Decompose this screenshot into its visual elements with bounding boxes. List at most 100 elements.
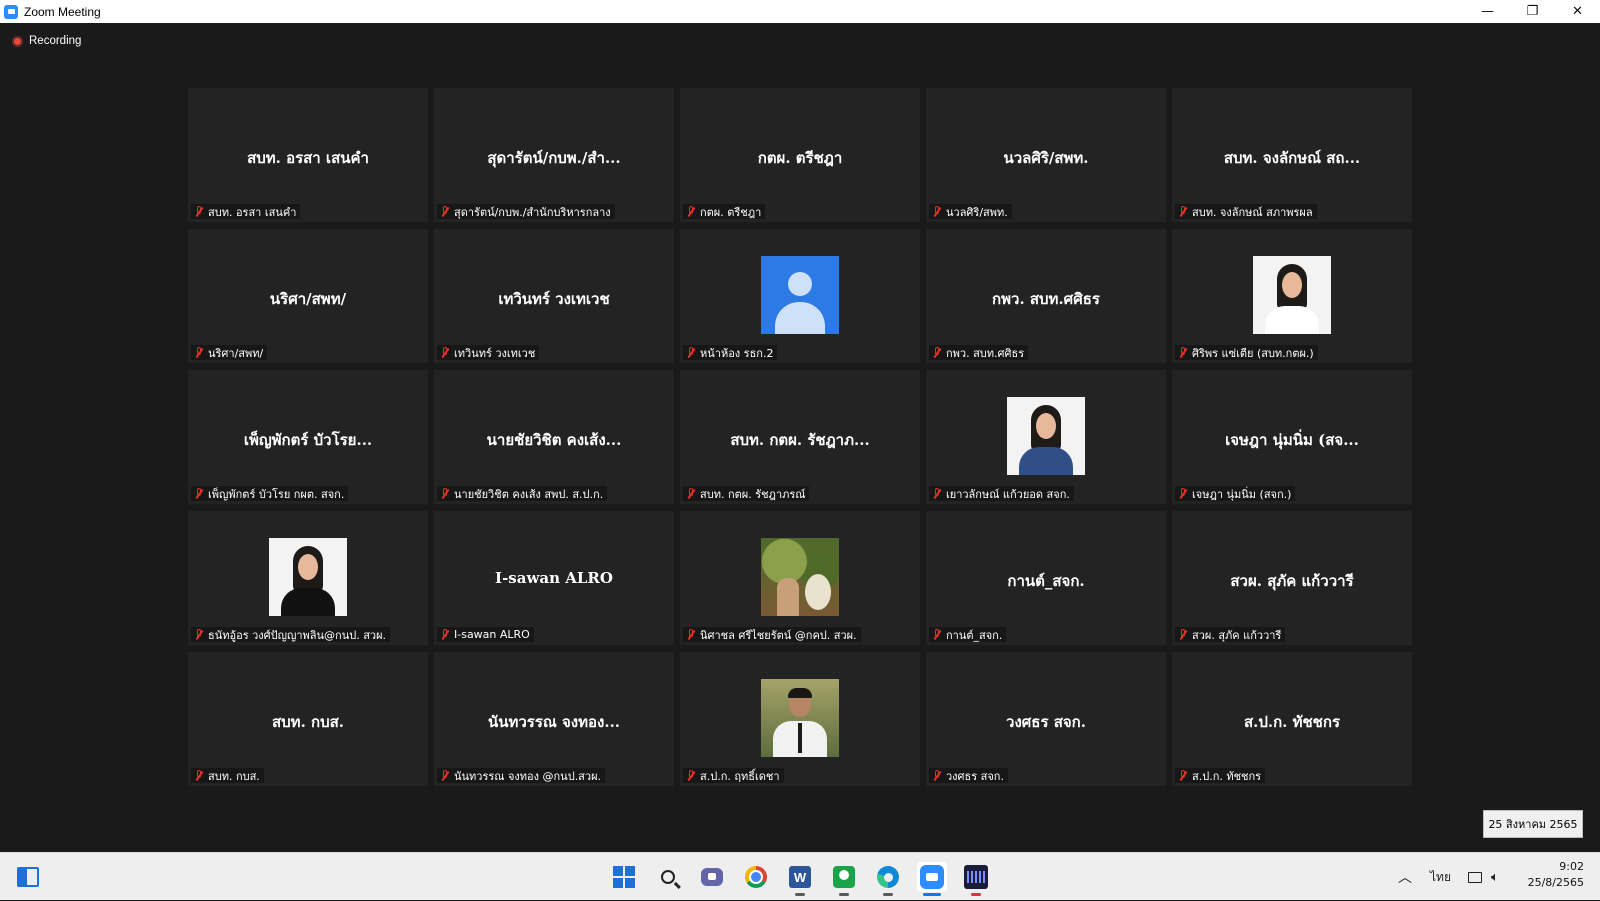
- show-hidden-icons-button[interactable]: ︿: [1398, 853, 1412, 901]
- language-indicator[interactable]: ไทย: [1430, 853, 1451, 901]
- close-button[interactable]: ✕: [1555, 0, 1600, 23]
- participant-name: สบท. กบส.: [208, 769, 260, 783]
- participant-name-label: เยาวลักษณ์ แก้วยอด สจก.: [929, 486, 1074, 501]
- minimize-button[interactable]: —: [1465, 0, 1510, 23]
- edge-icon: [877, 866, 899, 888]
- participant-display-name: กตผ. ตรีชฎา: [757, 149, 843, 167]
- participant-name: กพว. สบท.ศศิธร: [946, 346, 1025, 360]
- participant-name: ส.ป.ก. ฤทธิ์เดชา: [700, 769, 780, 783]
- participant-name: นันทวรรณ จงทอง @กนป.สวผ.: [454, 769, 602, 783]
- muted-mic-icon: [1177, 346, 1189, 359]
- window-title: Zoom Meeting: [24, 4, 101, 19]
- participant-name-label: กานต์_สจก.: [929, 627, 1007, 642]
- participant-tile[interactable]: นันทวรรณ จงทอง... นันทวรรณ จงทอง @กนป.สวผ…: [434, 652, 674, 786]
- search-button[interactable]: [653, 862, 683, 892]
- participant-tile[interactable]: เทวินทร์ วงเทเวช เทวินทร์ วงเทเวช: [434, 229, 674, 363]
- participant-name: กตผ. ตรีชฎา: [700, 205, 762, 219]
- participant-name-label: กตผ. ตรีชฎา: [683, 204, 766, 219]
- participant-name-label: วงศธร สจก.: [929, 768, 1008, 783]
- participant-display-name: สบท. จงลักษณ์ สถ...: [1223, 149, 1361, 167]
- participant-name-label: I-sawan ALRO: [437, 627, 534, 642]
- participant-name-label: ธนัทอู้อร วงศ์ปัญญาพลิน@กนป. สวผ.: [191, 627, 391, 642]
- participant-display-name: เทวินทร์ วงเทเวช: [498, 290, 610, 308]
- participant-name-label: สวผ. สุภัค แก้ววารี: [1175, 627, 1286, 642]
- participant-tile[interactable]: สบท. อรสา เสนคำ สบท. อรสา เสนคำ: [188, 88, 428, 222]
- participant-name: นายชัยวิชิต คงเส้ง สพป. ส.ป.ก.: [454, 487, 604, 501]
- participant-name-label: นายชัยวิชิต คงเส้ง สพป. ส.ป.ก.: [437, 486, 608, 501]
- participant-display-name: สบท. กตผ. รัชฎาภ...: [730, 431, 870, 449]
- widgets-button[interactable]: [13, 862, 43, 892]
- participant-display-name: กานต์_สจก.: [1007, 572, 1085, 590]
- zoom-taskbar-button[interactable]: [917, 862, 947, 896]
- edge-button[interactable]: [873, 862, 903, 896]
- participant-tile[interactable]: หน้าห้อง รธก.2: [680, 229, 920, 363]
- participant-tile[interactable]: วงศธร สจก. วงศธร สจก.: [926, 652, 1166, 786]
- media-app-button[interactable]: [961, 862, 991, 896]
- word-button[interactable]: W: [785, 862, 815, 896]
- participant-name-label: สุดารัตน์/กบพ./สำนักบริหารกลาง: [437, 204, 615, 219]
- participant-tile[interactable]: เยาวลักษณ์ แก้วยอด สจก.: [926, 370, 1166, 504]
- profile-photo: [1007, 397, 1085, 475]
- muted-mic-icon: [931, 205, 943, 218]
- participant-tile[interactable]: ส.ป.ก. ฤทธิ์เดชา: [680, 652, 920, 786]
- participant-tile[interactable]: ศิริพร แซ่เตีย (สบท.กตผ.): [1172, 229, 1412, 363]
- participant-tile[interactable]: เพ็ญพักตร์ บัวโรย... เพ็ญพักตร์ บัวโรย กผ…: [188, 370, 428, 504]
- start-button[interactable]: [609, 862, 639, 892]
- participant-tile[interactable]: กตผ. ตรีชฎา กตผ. ตรีชฎา: [680, 88, 920, 222]
- muted-mic-icon: [931, 346, 943, 359]
- muted-mic-icon: [685, 346, 697, 359]
- record-icon: [12, 35, 23, 47]
- participant-display-name: I-sawan ALRO: [495, 569, 613, 587]
- participant-tile[interactable]: นริศา/สพท/นริศา/สพท/: [188, 229, 428, 363]
- network-icon: [1468, 871, 1482, 883]
- participant-tile[interactable]: กานต์_สจก. กานต์_สจก.: [926, 511, 1166, 645]
- participant-tile[interactable]: สบท. จงลักษณ์ สถ... สบท. จงลักษณ์ สภาพรผล: [1172, 88, 1412, 222]
- participant-name-label: เพ็ญพักตร์ บัวโรย กผต. สจก.: [191, 486, 349, 501]
- maximize-button[interactable]: ❐: [1510, 0, 1555, 23]
- chat-button[interactable]: [697, 862, 727, 892]
- participant-tile[interactable]: ส.ป.ก. ทัชชกร ส.ป.ก. ทัชชกร: [1172, 652, 1412, 786]
- title-bar: Zoom Meeting — ❐ ✕: [0, 0, 1600, 23]
- participant-name: เยาวลักษณ์ แก้วยอด สจก.: [946, 487, 1070, 501]
- profile-photo: [761, 679, 839, 757]
- network-button[interactable]: [1468, 853, 1482, 901]
- participant-tile[interactable]: สบท. กบส. สบท. กบส.: [188, 652, 428, 786]
- muted-mic-icon: [193, 487, 205, 500]
- participant-name: สบท. อรสา เสนคำ: [208, 205, 297, 219]
- restore-icon: ❐: [1526, 4, 1539, 19]
- participant-name-label: เทวินทร์ วงเทเวช: [437, 345, 540, 360]
- participant-tile[interactable]: สบท. กตผ. รัชฎาภ... สบท. กตผ. รัชฎาภรณ์: [680, 370, 920, 504]
- people-button[interactable]: [829, 862, 859, 896]
- participant-display-name: นริศา/สพท/: [269, 290, 347, 308]
- windows-icon: [613, 866, 635, 888]
- participant-name: เจษฎา นุ่มนิ่ม (สจก.): [1192, 487, 1292, 501]
- chrome-icon: [745, 866, 767, 888]
- participant-tile[interactable]: สวผ. สุภัค แก้ววารี สวผ. สุภัค แก้ววารี: [1172, 511, 1412, 645]
- chrome-button[interactable]: [741, 862, 771, 892]
- participant-tile[interactable]: นวลศิริ/สพท. นวลศิริ/สพท.: [926, 88, 1166, 222]
- participant-name: หน้าห้อง รธก.2: [700, 346, 774, 360]
- clock-date: 25/8/2565: [1527, 876, 1584, 889]
- taskbar-clock[interactable]: 9:02 25/8/2565: [1514, 859, 1584, 891]
- volume-button[interactable]: 🔈︎: [1491, 853, 1499, 901]
- participant-tile[interactable]: ธนัทอู้อร วงศ์ปัญญาพลิน@กนป. สวผ.: [188, 511, 428, 645]
- muted-mic-icon: [685, 205, 697, 218]
- participant-tile[interactable]: กพว. สบท.ศศิธร กพว. สบท.ศศิธร: [926, 229, 1166, 363]
- recording-indicator[interactable]: Recording: [12, 35, 81, 47]
- participant-tile[interactable]: นายชัยวิชิต คงเส้ง... นายชัยวิชิต คงเส้ง …: [434, 370, 674, 504]
- participant-display-name: เจษฎา นุ่มนิ่ม (สจ...: [1225, 431, 1359, 449]
- participant-name: ธนัทอู้อร วงศ์ปัญญาพลิน@กนป. สวผ.: [208, 628, 387, 642]
- participant-tile[interactable]: สุดารัตน์/กบพ./สำ... สุดารัตน์/กบพ./สำนัก…: [434, 88, 674, 222]
- participant-name: นริศา/สพท/: [208, 346, 264, 360]
- participant-tile[interactable]: เจษฎา นุ่มนิ่ม (สจ... เจษฎา นุ่มนิ่ม (สจก…: [1172, 370, 1412, 504]
- default-avatar-icon: [761, 256, 839, 334]
- language-label: ไทย: [1430, 869, 1451, 884]
- participant-name-label: สบท. กตผ. รัชฎาภรณ์: [683, 486, 810, 501]
- participant-tile[interactable]: I-sawan ALRO I-sawan ALRO: [434, 511, 674, 645]
- profile-photo: [1253, 256, 1331, 334]
- participant-display-name: สบท. กบส.: [272, 713, 344, 731]
- participant-display-name: เพ็ญพักตร์ บัวโรย...: [243, 431, 373, 449]
- participant-tile[interactable]: นิศาชล ศรีไชยรัตน์ @กคป. สวผ.: [680, 511, 920, 645]
- participant-display-name: ส.ป.ก. ทัชชกร: [1243, 713, 1341, 731]
- minimize-icon: —: [1481, 4, 1494, 19]
